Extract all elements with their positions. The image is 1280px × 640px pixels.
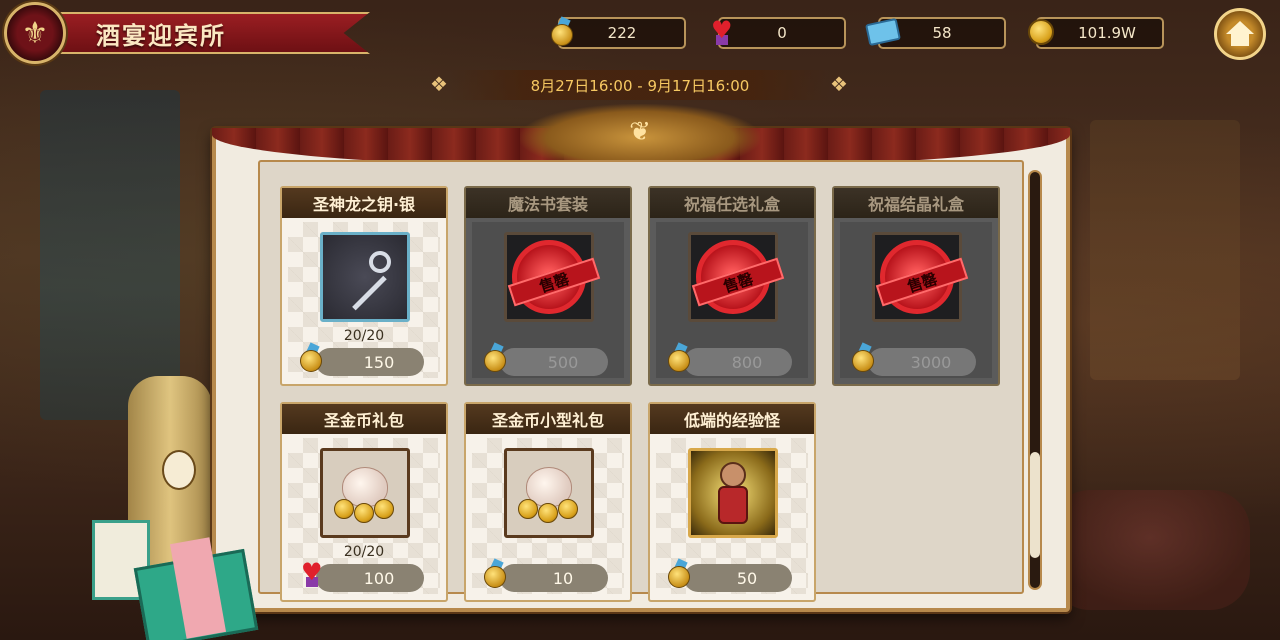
- item-price: 3000: [910, 352, 952, 372]
- sold-out-stamp-icon: 售罄: [507, 240, 601, 314]
- price-button[interactable]: 150: [316, 348, 424, 376]
- medal-coin-icon: [546, 15, 580, 49]
- price-button: 800: [684, 348, 792, 376]
- shop-item-card[interactable]: 圣神龙之钥·银 20/20 150: [280, 186, 448, 386]
- background-chair: [1050, 490, 1250, 610]
- currency-value: 222: [607, 24, 637, 42]
- ornament-right-icon: ❖: [830, 72, 848, 96]
- sold-out-stamp-icon: 售罄: [691, 240, 785, 314]
- item-image: 售罄: [504, 232, 601, 322]
- coin-bag-icon: [514, 463, 584, 523]
- item-price: 10: [552, 568, 574, 588]
- currency-heart[interactable]: ♥ 0: [711, 17, 846, 49]
- title-banner: ⚜ 酒宴迎宾所: [0, 0, 375, 64]
- event-date-range: 8月27日16:00 - 9月17日16:00: [450, 70, 830, 100]
- currency-gold[interactable]: 101.9W: [1028, 17, 1164, 49]
- currency-value: 0: [777, 24, 787, 42]
- item-image: [320, 232, 410, 322]
- page-title: 酒宴迎宾所: [96, 21, 226, 50]
- home-icon: [1226, 21, 1254, 47]
- medal-coin-icon: [484, 558, 508, 588]
- item-price: 100: [363, 568, 395, 588]
- item-title: 魔法书套装: [466, 188, 630, 218]
- clock-face-icon: [162, 450, 196, 490]
- currency-value: 101.9W: [1078, 24, 1136, 42]
- medal-coin-icon: [852, 342, 876, 372]
- background-window: [1090, 120, 1240, 380]
- shop-item-card[interactable]: 魔法书套装 售罄 500: [464, 186, 632, 386]
- sold-out-label: 售罄: [691, 257, 785, 307]
- shop-item-card[interactable]: 祝福结晶礼盒 售罄 3000: [832, 186, 1000, 386]
- heart-medal-icon: ♥: [711, 16, 733, 45]
- item-title: 祝福结晶礼盒: [834, 188, 998, 218]
- sold-out-label: 售罄: [875, 257, 969, 307]
- scrollbar-thumb[interactable]: [1030, 452, 1040, 558]
- price-button: 500: [500, 348, 608, 376]
- item-image: [688, 448, 778, 538]
- item-title: 圣神龙之钥·银: [282, 188, 446, 218]
- heart-medal-icon: ♥: [301, 558, 323, 587]
- currency-medal-coin[interactable]: 222: [551, 16, 686, 49]
- item-title: 低端的经验怪: [650, 404, 814, 434]
- item-title: 圣金币礼包: [282, 404, 446, 434]
- currency-ticket[interactable]: 58: [865, 17, 1006, 49]
- shop-item-card[interactable]: 低端的经验怪 50: [648, 402, 816, 602]
- item-image: 售罄: [688, 232, 785, 322]
- exp-monster-icon: [708, 458, 758, 528]
- medal-coin-icon: [668, 558, 692, 588]
- shop-item-card[interactable]: 祝福任选礼盒 售罄 800: [648, 186, 816, 386]
- gold-coin-icon: [1024, 15, 1058, 49]
- item-price: 500: [547, 352, 579, 372]
- item-price: 150: [363, 352, 395, 372]
- item-price: 800: [731, 352, 763, 372]
- background-window: [40, 90, 180, 420]
- ticket-icon: [865, 15, 901, 49]
- medal-coin-icon: [484, 342, 508, 372]
- item-title: 祝福任选礼盒: [650, 188, 814, 218]
- item-image: [504, 448, 594, 538]
- price-button[interactable]: 50: [684, 564, 792, 592]
- sold-out-label: 售罄: [507, 257, 601, 307]
- price-button[interactable]: 10: [500, 564, 608, 592]
- item-stock: 20/20: [343, 328, 385, 344]
- item-image: [320, 448, 410, 538]
- ornament-left-icon: ❖: [430, 72, 448, 96]
- shop-item-card[interactable]: 圣金币小型礼包 10: [464, 402, 632, 602]
- silver-key-icon: [335, 247, 395, 311]
- coin-bag-icon: [330, 463, 400, 523]
- item-price: 50: [736, 568, 758, 588]
- currency-value: 58: [932, 24, 952, 42]
- medal-coin-icon: [300, 342, 324, 372]
- crest-ornament-icon: ❦: [520, 104, 760, 160]
- price-button[interactable]: 100: [316, 564, 424, 592]
- item-title: 圣金币小型礼包: [466, 404, 630, 434]
- sold-out-stamp-icon: 售罄: [875, 240, 969, 314]
- item-image: 售罄: [872, 232, 969, 322]
- price-button: 3000: [868, 348, 976, 376]
- shop-item-card[interactable]: 圣金币礼包 20/20 100 ♥: [280, 402, 448, 602]
- fleur-emblem-icon[interactable]: ⚜: [4, 2, 66, 64]
- home-button[interactable]: [1214, 8, 1266, 60]
- medal-coin-icon: [668, 342, 692, 372]
